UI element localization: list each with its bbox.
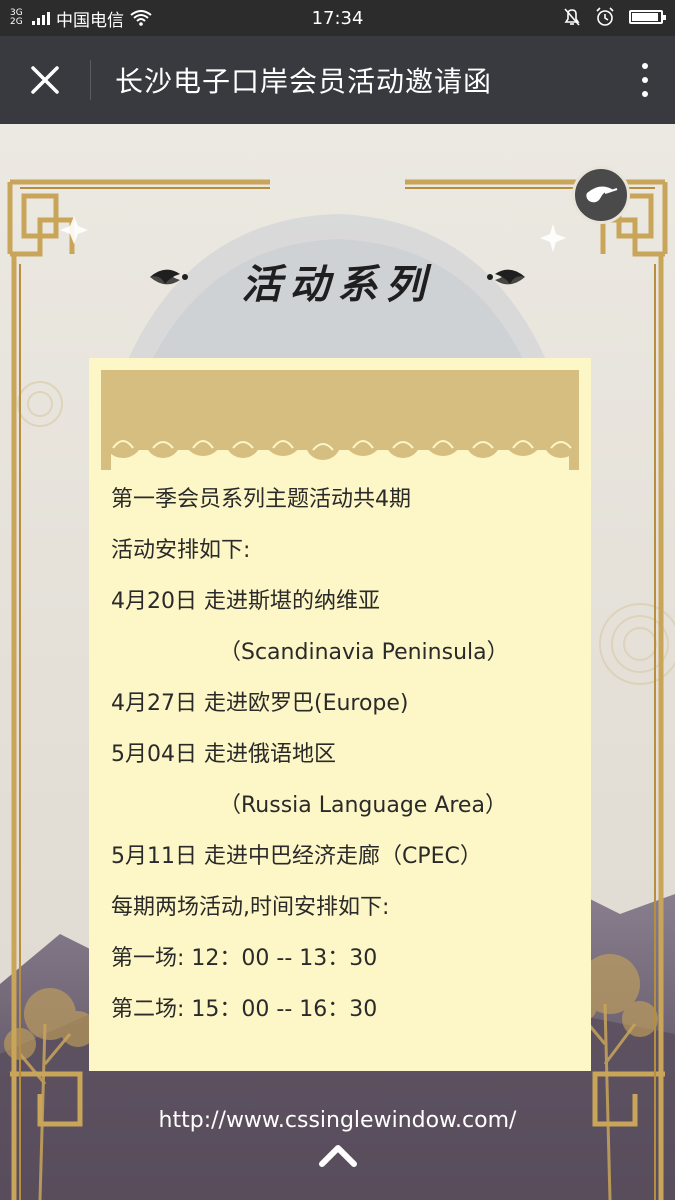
event-line: 4月27日 走进欧罗巴(Europe) (111, 691, 409, 716)
music-note-icon (586, 186, 618, 203)
invitation-page: 活动系列 第一季会员系列主题活动共4期 活动安排如下: 4月20日 走进斯堪的纳… (0, 124, 675, 1200)
page-title: 长沙电子口岸会员活动邀请函 (115, 65, 493, 98)
card-header-band (101, 370, 579, 470)
battery-icon (629, 10, 666, 24)
session-time: 第二场: 15：00 -- 16：30 (111, 997, 378, 1022)
website-link[interactable]: http://www.cssinglewindow.com/ (0, 1108, 675, 1133)
battery-level (632, 13, 658, 21)
event-subtitle: （Scandinavia Peninsula） (219, 640, 509, 665)
status-bar: 3G 2G 中国电信 17:34 (0, 0, 675, 36)
alarm-icon (596, 7, 614, 26)
mute-icon (564, 8, 580, 26)
session-time: 第一场: 12：00 -- 13：30 (111, 946, 378, 971)
chevron-up-icon[interactable] (318, 1140, 358, 1170)
schedule-text: 第一季会员系列主题活动共4期 活动安排如下: 4月20日 走进斯堪的纳维亚 （S… (111, 474, 581, 1035)
event-line: 5月04日 走进俄语地区 (111, 742, 336, 767)
close-button[interactable] (0, 36, 90, 124)
more-vertical-icon (642, 63, 648, 69)
event-line: 5月11日 走进中巴经济走廊（CPEC） (111, 844, 482, 869)
intro-line: 第一季会员系列主题活动共4期 (111, 487, 411, 512)
section-heading: 活动系列 (241, 261, 434, 308)
schedule-card: 第一季会员系列主题活动共4期 活动安排如下: 4月20日 走进斯堪的纳维亚 （S… (89, 358, 591, 1071)
event-line: 4月20日 走进斯堪的纳维亚 (111, 589, 380, 614)
music-toggle-button[interactable] (572, 166, 630, 224)
session-intro: 每期两场活动,时间安排如下: (111, 895, 390, 920)
close-icon (31, 66, 59, 94)
event-subtitle: （Russia Language Area） (219, 793, 507, 818)
more-button[interactable] (615, 36, 675, 124)
nav-bar: 长沙电子口岸会员活动邀请函 (0, 36, 675, 124)
arrangement-label: 活动安排如下: (111, 538, 251, 563)
